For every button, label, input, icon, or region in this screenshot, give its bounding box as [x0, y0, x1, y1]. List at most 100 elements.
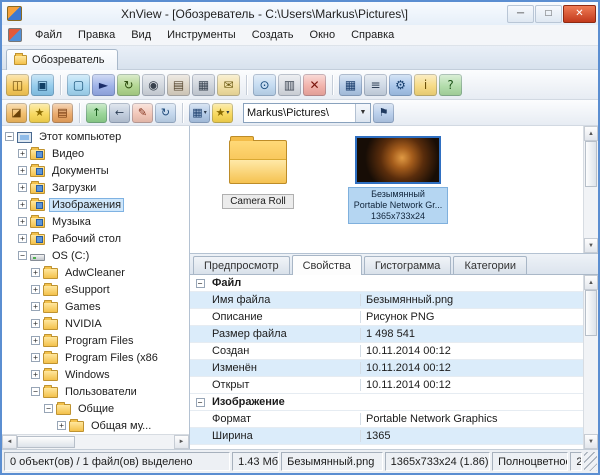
detail-tab[interactable]: Категории [453, 256, 527, 274]
tree-expander-icon[interactable]: + [18, 149, 27, 158]
address-dropdown-arrow-icon[interactable]: ▼ [355, 104, 370, 122]
property-section-row[interactable]: −Файл [190, 275, 583, 292]
convert-icon[interactable]: ↻ [117, 74, 140, 96]
tree-expander-icon[interactable]: + [18, 234, 27, 243]
tree-item[interactable]: +NVIDIA [2, 315, 189, 332]
favorites-star-icon[interactable]: ★ [29, 103, 50, 123]
fullscreen-icon[interactable]: ▢ [67, 74, 90, 96]
maximize-button[interactable]: □ [535, 5, 562, 23]
tree-expander-icon[interactable]: − [18, 251, 27, 260]
tree-item[interactable]: +Загрузки [2, 179, 189, 196]
tree-item[interactable]: +Музыка [2, 213, 189, 230]
property-row[interactable]: ФорматPortable Network Graphics [190, 411, 583, 428]
detail-tab[interactable]: Гистограмма [364, 256, 452, 274]
property-row[interactable]: ОписаниеРисунок PNG [190, 309, 583, 326]
collapse-icon[interactable]: − [196, 398, 205, 407]
menu-item[interactable]: Файл [27, 26, 70, 44]
property-row[interactable]: Изменён10.11.2014 00:12 [190, 360, 583, 377]
viewer-icon[interactable]: ▣ [31, 74, 54, 96]
tree-expander-icon[interactable]: − [44, 404, 53, 413]
tree-item[interactable]: +Общая му... [2, 417, 189, 434]
tag-icon[interactable]: ⚑ [373, 103, 394, 123]
list-view-icon[interactable]: ≡ [364, 74, 387, 96]
menu-item[interactable]: Инструменты [159, 26, 244, 44]
tree-expander-icon[interactable]: + [31, 285, 40, 294]
view-mode-icon[interactable]: ▦▾ [189, 103, 210, 123]
edit-icon[interactable]: ✎ [132, 103, 153, 123]
thumbnails-icon[interactable]: ▦ [339, 74, 362, 96]
menu-item[interactable]: Справка [343, 26, 402, 44]
property-row[interactable]: Размер файла1 498 541 [190, 326, 583, 343]
address-input[interactable] [244, 104, 355, 122]
scroll-down-icon[interactable]: ▼ [584, 434, 598, 449]
settings-gear-icon[interactable]: ⚙ [389, 74, 412, 96]
tree-item[interactable]: +Program Files [2, 332, 189, 349]
property-row[interactable]: Открыт10.11.2014 00:12 [190, 377, 583, 394]
tree-expander-icon[interactable]: + [31, 370, 40, 379]
scrollbar-thumb[interactable] [585, 290, 597, 336]
tree-expander-icon[interactable]: + [31, 268, 40, 277]
minimize-button[interactable]: ─ [507, 5, 534, 23]
menu-item[interactable]: Правка [70, 26, 123, 44]
tree-expander-icon[interactable]: + [18, 200, 27, 209]
search-icon[interactable]: ⊙ [253, 74, 276, 96]
thumbnail-folder[interactable]: Camera Roll [202, 134, 314, 253]
tree-expander-icon[interactable]: + [31, 353, 40, 362]
scanner-icon[interactable]: ▤ [167, 74, 190, 96]
property-row[interactable]: Имя файлаБезымянный.png [190, 292, 583, 309]
menu-item[interactable]: Создать [244, 26, 302, 44]
tree-item[interactable]: +Games [2, 298, 189, 315]
info-icon[interactable]: i [414, 74, 437, 96]
tab-browser[interactable]: Обозреватель [6, 49, 118, 70]
scroll-up-icon[interactable]: ▲ [584, 126, 598, 141]
back-icon[interactable]: ← [109, 103, 130, 123]
tree-expander-icon[interactable]: − [5, 132, 14, 141]
tree-item[interactable]: +eSupport [2, 281, 189, 298]
scroll-left-icon[interactable]: ◄ [2, 435, 17, 449]
detail-tab[interactable]: Свойства [292, 255, 362, 275]
tree-expander-icon[interactable]: + [31, 336, 40, 345]
tree-item[interactable]: +Изображения [2, 196, 189, 213]
property-row[interactable]: Создан10.11.2014 00:12 [190, 343, 583, 360]
tree-item[interactable]: +Рабочий стол [2, 230, 189, 247]
delete-icon[interactable]: ✕ [303, 74, 326, 96]
collapse-icon[interactable]: − [196, 279, 205, 288]
tree-item[interactable]: −Общие [2, 400, 189, 417]
tree-item[interactable]: −OS (C:) [2, 247, 189, 264]
help-icon[interactable]: ? [439, 74, 462, 96]
tree-item[interactable]: +AdwCleaner [2, 264, 189, 281]
copy-icon[interactable]: ▥ [278, 74, 301, 96]
thumbnail-image-item[interactable]: БезымянныйPortable Network Gr...1365x733… [342, 134, 454, 253]
tree-expander-icon[interactable]: + [18, 183, 27, 192]
detail-tab[interactable]: Предпросмотр [193, 256, 290, 274]
tree-expander-icon[interactable]: + [18, 217, 27, 226]
menu-item[interactable]: Вид [123, 26, 159, 44]
tree-item[interactable]: +Документы [2, 162, 189, 179]
scroll-up-icon[interactable]: ▲ [584, 275, 598, 290]
scrollbar-thumb[interactable] [17, 436, 75, 448]
slideshow-icon[interactable]: ► [92, 74, 115, 96]
resize-grip[interactable] [584, 452, 597, 471]
print-icon[interactable]: ▦ [192, 74, 215, 96]
tree-item[interactable]: −Этот компьютер [2, 128, 189, 145]
property-row[interactable]: Ширина1365 [190, 428, 583, 445]
tree-expander-icon[interactable]: + [18, 166, 27, 175]
up-level-icon[interactable]: ↑ [86, 103, 107, 123]
mail-icon[interactable]: ✉ [217, 74, 240, 96]
tree-expander-icon[interactable]: + [31, 302, 40, 311]
tree-item[interactable]: −Пользователи [2, 383, 189, 400]
scroll-right-icon[interactable]: ► [174, 435, 189, 449]
tree-item[interactable]: +Windows [2, 366, 189, 383]
scroll-down-icon[interactable]: ▼ [584, 238, 598, 253]
browser-icon[interactable]: ◫ [6, 74, 29, 96]
refresh-icon[interactable]: ↻ [155, 103, 176, 123]
filter-star-icon[interactable]: ★▾ [212, 103, 233, 123]
tree-expander-icon[interactable]: − [31, 387, 40, 396]
tree-expander-icon[interactable]: + [31, 319, 40, 328]
tree-item[interactable]: +Видео [2, 145, 189, 162]
tree-expander-icon[interactable]: + [57, 421, 66, 430]
scrollbar-thumb[interactable] [585, 141, 597, 187]
property-section-row[interactable]: −Изображение [190, 394, 583, 411]
menu-item[interactable]: Окно [302, 26, 344, 44]
close-button[interactable]: ✕ [563, 5, 596, 23]
